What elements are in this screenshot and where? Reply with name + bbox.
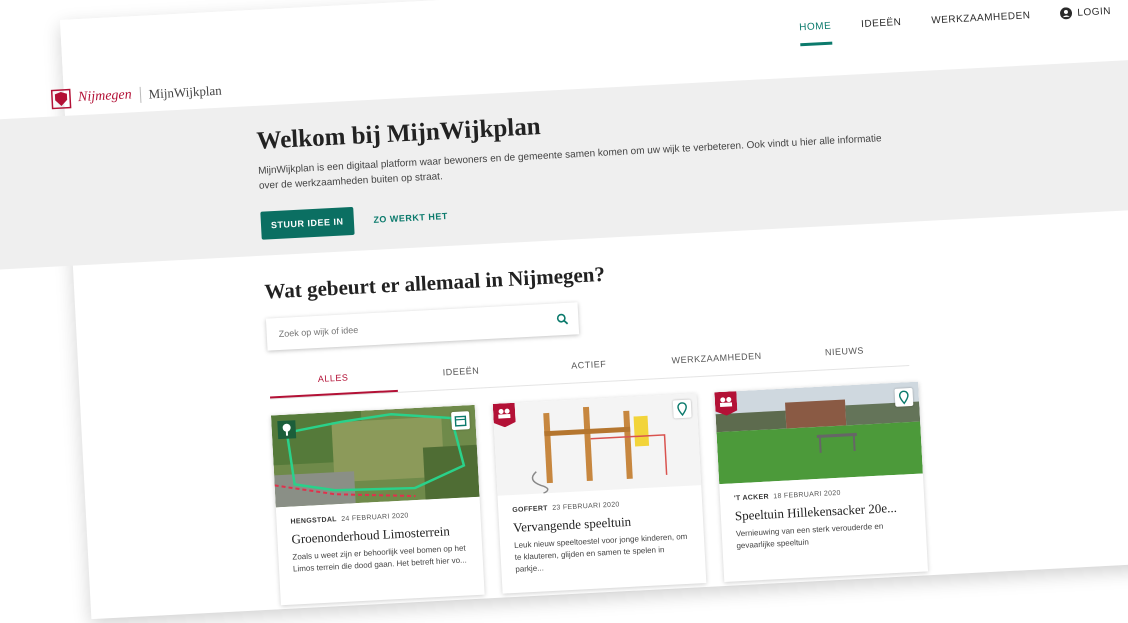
tab-active[interactable]: ACTIEF [525, 356, 654, 385]
card-place: HENGSTDAL [290, 516, 337, 526]
card-text: Leuk nieuw speeltoestel voor jonge kinde… [513, 531, 688, 574]
search-input[interactable] [265, 303, 550, 351]
card-place: 'T ACKER [733, 493, 770, 503]
nav-ideas[interactable]: IDEEËN [861, 16, 902, 42]
aerial-map-image [270, 404, 480, 508]
search-box [265, 302, 580, 351]
how-it-works-link[interactable]: ZO WERKT HET [373, 211, 448, 225]
login-button[interactable]: LOGIN [1060, 5, 1112, 33]
card-date: 24 FEBRUARI 2020 [341, 512, 409, 523]
card-limosterrein[interactable]: HENGSTDAL 24 FEBRUARI 2020 Groenonderhou… [270, 404, 485, 606]
nav-works[interactable]: WERKZAAMHEDEN [931, 10, 1031, 39]
playground-illustration [531, 406, 668, 495]
tab-works[interactable]: WERKZAAMHEDEN [652, 350, 781, 379]
user-icon [1060, 7, 1073, 20]
app-name: MijnWijkplan [148, 82, 223, 102]
tab-news[interactable]: NIEUWS [780, 343, 909, 372]
section-title: Wat gebeurt er allemaal in Nijmegen? [263, 261, 606, 304]
tree-icon [277, 420, 297, 440]
field-photo-image [714, 381, 923, 485]
calendar-icon[interactable] [451, 411, 470, 431]
location-pin-icon[interactable] [894, 387, 914, 407]
card-date: 18 FEBRUARI 2020 [773, 489, 841, 501]
brand-divider [139, 86, 142, 103]
card-hillekensacker[interactable]: 'T ACKER 18 FEBRUARI 2020 Speeltuin Hill… [714, 381, 929, 583]
tab-ideas[interactable]: IDEEËN [397, 363, 526, 392]
nijmegen-logo-icon [50, 88, 72, 110]
card-text: Vernieuwing van een sterk verouderde en … [735, 521, 884, 551]
main-content: Wat gebeurt er allemaal in Nijmegen? ALL… [263, 245, 940, 606]
card-field-photo [714, 381, 923, 485]
tab-all[interactable]: ALLES [268, 369, 398, 399]
card-speeltuin[interactable]: GOFFERT 23 FEBRUARI 2020 Vervangende spe… [492, 393, 707, 594]
card-aerial-photo [270, 404, 480, 508]
search-icon[interactable] [556, 313, 569, 326]
brand-name: Nijmegen [77, 87, 133, 106]
location-pin-icon[interactable] [672, 399, 692, 419]
main-nav: HOME IDEEËN WERKZAAMHEDEN LOGIN [798, 5, 1112, 46]
app-window: Nijmegen MijnWijkplan HOME IDEEËN WERKZA… [0, 0, 1128, 620]
login-label: LOGIN [1077, 5, 1112, 19]
card-playground-image [492, 393, 702, 496]
card-list: HENGSTDAL 24 FEBRUARI 2020 Groenonderhou… [270, 381, 940, 606]
card-place: GOFFERT [512, 505, 548, 514]
card-date: 23 FEBRUARI 2020 [552, 501, 620, 512]
submit-idea-button[interactable]: STUUR IDEE IN [260, 206, 355, 240]
card-text: Zoals u weet zijn er behoorlijk veel bom… [292, 543, 467, 574]
brand[interactable]: Nijmegen MijnWijkplan [50, 80, 223, 111]
nav-home[interactable]: HOME [798, 20, 833, 46]
